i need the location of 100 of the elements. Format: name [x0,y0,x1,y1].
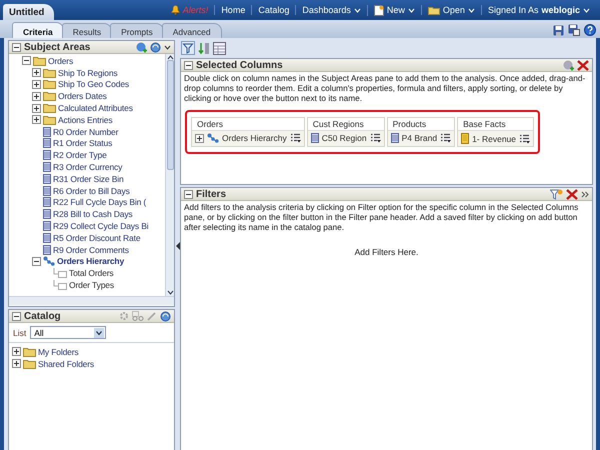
folder-icon [428,6,440,14]
tree-item[interactable]: Ship To Geo Codes [58,79,130,90]
panel-title: Subject Areas [24,42,90,52]
horizontal-scrollbar[interactable] [9,296,174,305]
tab[interactable]: Criteria [12,22,64,38]
document-tab[interactable]: Untitled [3,4,54,20]
nav-link[interactable]: Open [420,5,481,15]
column-icon [310,133,319,143]
sort-icon[interactable] [198,42,210,54]
save-icon[interactable] [553,24,564,36]
tree-item[interactable]: R0 Order Number [53,126,118,137]
scroll-down-icon[interactable] [166,289,174,296]
splitter-arrow-icon[interactable] [176,242,180,250]
tab[interactable]: Prompts [110,23,164,38]
tree-item[interactable]: R9 Order Comments [53,244,129,255]
refresh-icon[interactable] [160,310,171,322]
tree-item[interactable]: My Folders [38,346,79,357]
list-dropdown[interactable]: All [30,326,106,339]
expand-toggle[interactable] [32,80,41,89]
column-chip[interactable]: Cust Regions C50 Region [306,117,385,147]
column-heading: Orders [192,118,304,131]
hierarchy-icon [43,256,55,266]
help-icon[interactable] [584,24,596,36]
refresh-icon[interactable] [150,42,161,52]
column-chip[interactable]: Base Facts 1- Revenue [457,117,534,147]
expand-toggle[interactable] [12,359,21,368]
folder-icon [43,79,56,90]
delete-icon[interactable] [577,60,589,70]
tree-item[interactable]: R3 Order Currency [53,162,122,172]
tree-item[interactable]: R2 Order Type [53,150,107,160]
vertical-scrollbar[interactable] [165,54,174,296]
delete-icon[interactable] [566,188,578,200]
add-filter-icon[interactable] [550,188,563,200]
tree-item[interactable]: Calculated Attributes [58,103,133,114]
tree-item[interactable]: Shared Folders [38,358,94,369]
column-icon [43,150,51,160]
tree-item[interactable]: Total Orders [69,268,114,278]
nav-link[interactable]: New [366,4,421,16]
tree-item[interactable]: R28 Bill to Cash Days [53,209,133,220]
tree-item[interactable]: R6 Order to Bill Days [53,186,130,196]
menu-icon[interactable] [440,133,452,143]
expand-toggle[interactable] [32,68,41,78]
tree-item[interactable]: R29 Collect Cycle Days Bi [53,221,148,232]
grid-icon[interactable] [213,42,226,54]
scroll-up-icon[interactable] [166,54,174,61]
hierarchy-icon [207,133,219,143]
folder-icon [23,358,36,369]
tree-item[interactable]: Orders [48,56,74,66]
folder-icon [23,346,36,357]
save-as-icon[interactable] [568,24,580,36]
tab[interactable]: Results [62,23,112,38]
menu-icon[interactable] [519,134,530,144]
double-chevron-icon[interactable] [581,190,589,198]
menu-icon[interactable] [290,133,301,143]
expand-toggle[interactable] [32,104,41,113]
collapse-toggle[interactable] [184,190,193,198]
column-heading: Cust Regions [308,118,384,131]
collapse-toggle[interactable] [12,312,21,320]
expand-toggle[interactable] [12,347,21,356]
tree-item[interactable]: R5 Order Discount Rate [53,232,140,243]
add-icon[interactable] [563,60,574,70]
folder-icon [43,114,56,125]
filter-icon[interactable] [181,41,195,55]
tree-item[interactable]: R22 Full Cycle Days Bin ( [53,197,146,208]
collapse-toggle[interactable] [184,60,193,70]
collapse-toggle[interactable] [32,256,41,266]
tree-item[interactable]: Actions Entries [58,114,112,125]
expand-toggle[interactable] [32,115,41,124]
nav-link[interactable]: Catalog [251,5,296,15]
tab[interactable]: Advanced [162,23,222,38]
instructions-text: Double click on column names in the Subject Areas pane to add them to the analysis. Once added, drag-and-drop columns to reorder them. Edit a column's properties, formula and filters, apply sorting, or delete by clicking or hove over the button next to its name. [183,72,586,104]
column-chip[interactable]: Orders Orders Hierarchy [191,117,305,147]
tree-item[interactable]: Order Types [69,280,114,290]
caret-icon[interactable] [164,44,171,50]
expand-toggle[interactable] [195,134,204,142]
tree-item[interactable]: R1 Order Status [53,138,112,148]
add-icon[interactable] [136,42,147,52]
panel-title: Catalog [24,310,61,322]
tree-item[interactable]: Ship To Regions [58,68,118,78]
folder-icon [43,91,56,102]
tree-item[interactable]: Orders Hierarchy [57,256,124,266]
column-icon [43,244,51,255]
instructions-text: Add filters to the analysis criteria by clicking on Filter option for the specific column in the Selected Columns pane, or by clicking on the filter button in the Filter pane header. Add a saved filter by clicking on add button after selecting its name in the catalog pane. [183,201,580,233]
tree-item[interactable]: R31 Order Size Bin [53,174,124,184]
level-icon [53,280,67,290]
column-chip[interactable]: Products P4 Brand [386,117,456,147]
user-menu[interactable]: weblogic [541,5,590,15]
nav-link[interactable]: Dashboards [295,5,367,15]
column-label: P4 Brand [402,133,438,143]
caret-icon [94,328,104,338]
collapse-toggle[interactable] [22,56,31,66]
collapse-toggle[interactable] [12,42,21,52]
expand-toggle[interactable] [32,92,41,101]
menu-icon[interactable] [370,133,381,143]
panel-title: Selected Columns [196,60,283,70]
column-label: C50 Region [322,133,367,143]
tree-item[interactable]: Orders Dates [58,91,107,102]
column-heading: Base Facts [458,118,534,131]
bell-icon [170,5,180,15]
nav-link[interactable]: Home [214,5,252,15]
